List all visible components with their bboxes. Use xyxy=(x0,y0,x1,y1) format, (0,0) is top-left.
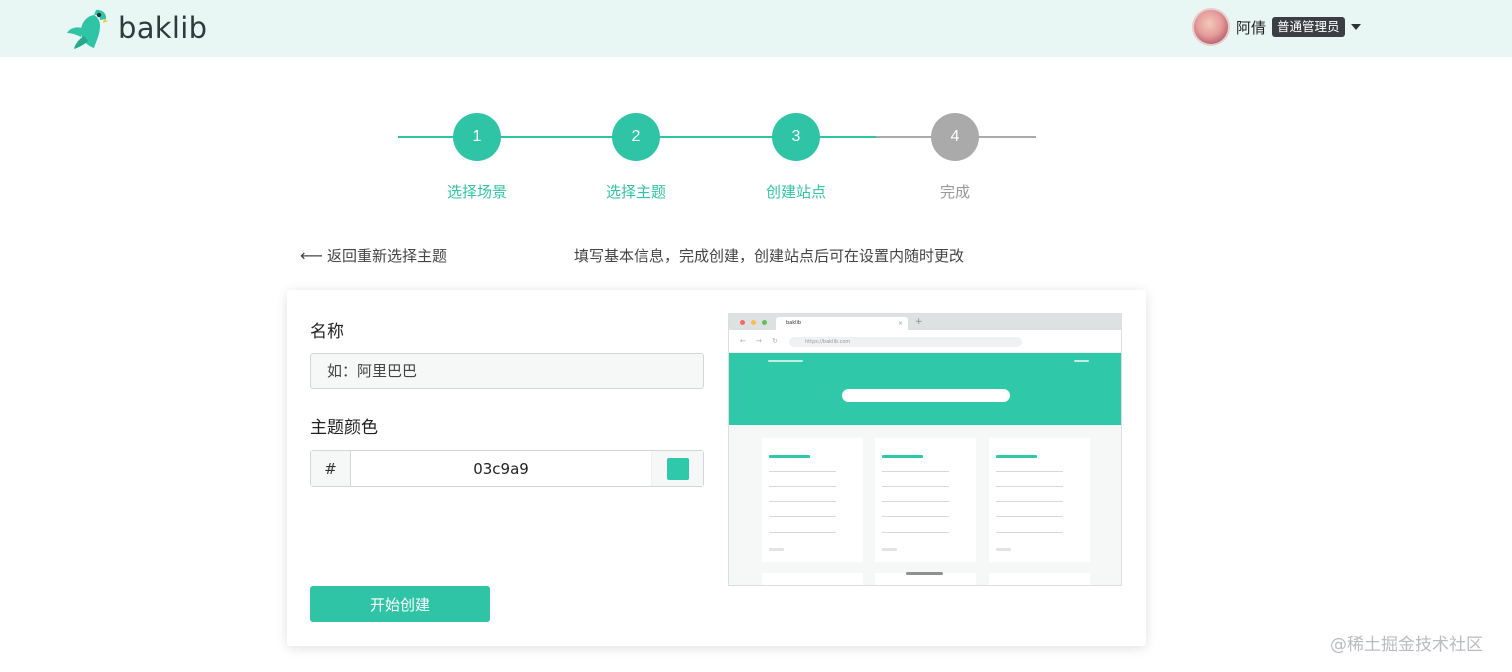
preview-card-line xyxy=(769,501,836,502)
brand-logo[interactable]: baklib xyxy=(66,6,207,50)
start-create-button[interactable]: 开始创建 xyxy=(310,586,490,622)
theme-color-label: 主题颜色 xyxy=(310,418,378,438)
brand-name: baklib xyxy=(118,11,208,45)
preview-card-line xyxy=(769,471,836,472)
caret-down-icon[interactable] xyxy=(1350,24,1361,30)
step-3-circle: 3 xyxy=(772,113,820,161)
preview-category-card xyxy=(875,438,976,562)
parrot-logo-icon xyxy=(67,9,108,49)
maximize-dot-icon xyxy=(762,320,767,325)
user-menu[interactable]: 阿倩 普通管理员 xyxy=(1192,8,1361,46)
preview-card-title xyxy=(996,455,1037,458)
preview-nav-bar-right xyxy=(1074,360,1089,362)
preview-hero xyxy=(729,353,1121,425)
preview-card-line xyxy=(996,486,1063,487)
create-site-card: 名称 主题颜色 # 开始创建 baklib × + ← → ↻ https://… xyxy=(287,290,1146,646)
preview-nav-bar xyxy=(768,360,803,362)
preview-category-card xyxy=(762,438,863,562)
name-input[interactable] xyxy=(310,353,704,389)
preview-card-footer xyxy=(882,548,897,551)
hash-prefix: # xyxy=(311,451,351,486)
preview-card-line xyxy=(996,532,1063,533)
tab-close-icon: × xyxy=(897,320,903,327)
top-header: baklib 阿倩 普通管理员 xyxy=(0,0,1512,57)
color-swatch[interactable] xyxy=(666,457,689,480)
preview-card-line xyxy=(996,471,1063,472)
preview-card-title xyxy=(769,455,810,458)
color-picker[interactable] xyxy=(651,451,703,486)
role-badge: 普通管理员 xyxy=(1272,17,1345,37)
step-3-label: 创建站点 xyxy=(765,183,826,201)
preview-tab-title: baklib xyxy=(786,320,802,326)
step-2-label: 选择主题 xyxy=(605,183,666,201)
preview-card-line xyxy=(882,471,949,472)
preview-card-footer xyxy=(769,548,784,551)
preview-card-line xyxy=(882,516,949,517)
back-link-label: 返回重新选择主题 xyxy=(326,247,447,265)
minimize-dot-icon xyxy=(751,320,756,325)
forward-arrow-icon: → xyxy=(756,337,762,345)
preview-card-line xyxy=(769,516,836,517)
preview-card-line xyxy=(882,501,949,502)
theme-color-field: # xyxy=(310,450,704,487)
back-arrow-icon: ← xyxy=(740,337,746,345)
preview-category-card xyxy=(989,573,1090,585)
avatar[interactable] xyxy=(1192,8,1230,46)
step-1-label: 选择场景 xyxy=(446,183,507,201)
preview-url: https://baklib.com xyxy=(789,337,1022,347)
theme-preview: baklib × + ← → ↻ https://baklib.com xyxy=(728,313,1122,586)
preview-card-footer xyxy=(996,548,1011,551)
watermark: @稀土掘金技术社区 xyxy=(1330,635,1483,655)
preview-category-card xyxy=(762,573,863,585)
reload-icon: ↻ xyxy=(772,337,778,345)
preview-card-line xyxy=(882,486,949,487)
preview-scroll-indicator xyxy=(906,572,943,575)
name-label: 名称 xyxy=(310,322,344,342)
color-hex-input[interactable] xyxy=(351,451,651,486)
step-4-circle: 4 xyxy=(931,113,979,161)
preview-search-bar xyxy=(842,389,1010,402)
user-name: 阿倩 xyxy=(1236,18,1267,37)
progress-steps: 1 选择场景 2 选择主题 3 创建站点 4 完成 xyxy=(398,113,1036,213)
close-dot-icon xyxy=(740,320,745,325)
new-tab-icon: + xyxy=(915,317,923,327)
preview-tab-bar: baklib × + xyxy=(729,314,1121,330)
arrow-left-icon: ⟵ xyxy=(300,246,323,265)
preview-card-line xyxy=(996,516,1063,517)
preview-card-line xyxy=(882,532,949,533)
preview-tab: baklib × xyxy=(776,317,908,330)
instruction-text: 填写基本信息，完成创建，创建站点后可在设置内随时更改 xyxy=(574,247,965,265)
preview-card-line xyxy=(769,532,836,533)
preview-card-line xyxy=(996,501,1063,502)
back-link[interactable]: ⟵ 返回重新选择主题 xyxy=(300,245,447,266)
step-2-circle: 2 xyxy=(612,113,660,161)
step-1-circle: 1 xyxy=(453,113,501,161)
preview-card-title xyxy=(882,455,923,458)
preview-category-card xyxy=(989,438,1090,562)
step-4-label: 完成 xyxy=(939,183,970,201)
preview-card-line xyxy=(769,486,836,487)
preview-url-bar: ← → ↻ https://baklib.com xyxy=(729,330,1121,353)
